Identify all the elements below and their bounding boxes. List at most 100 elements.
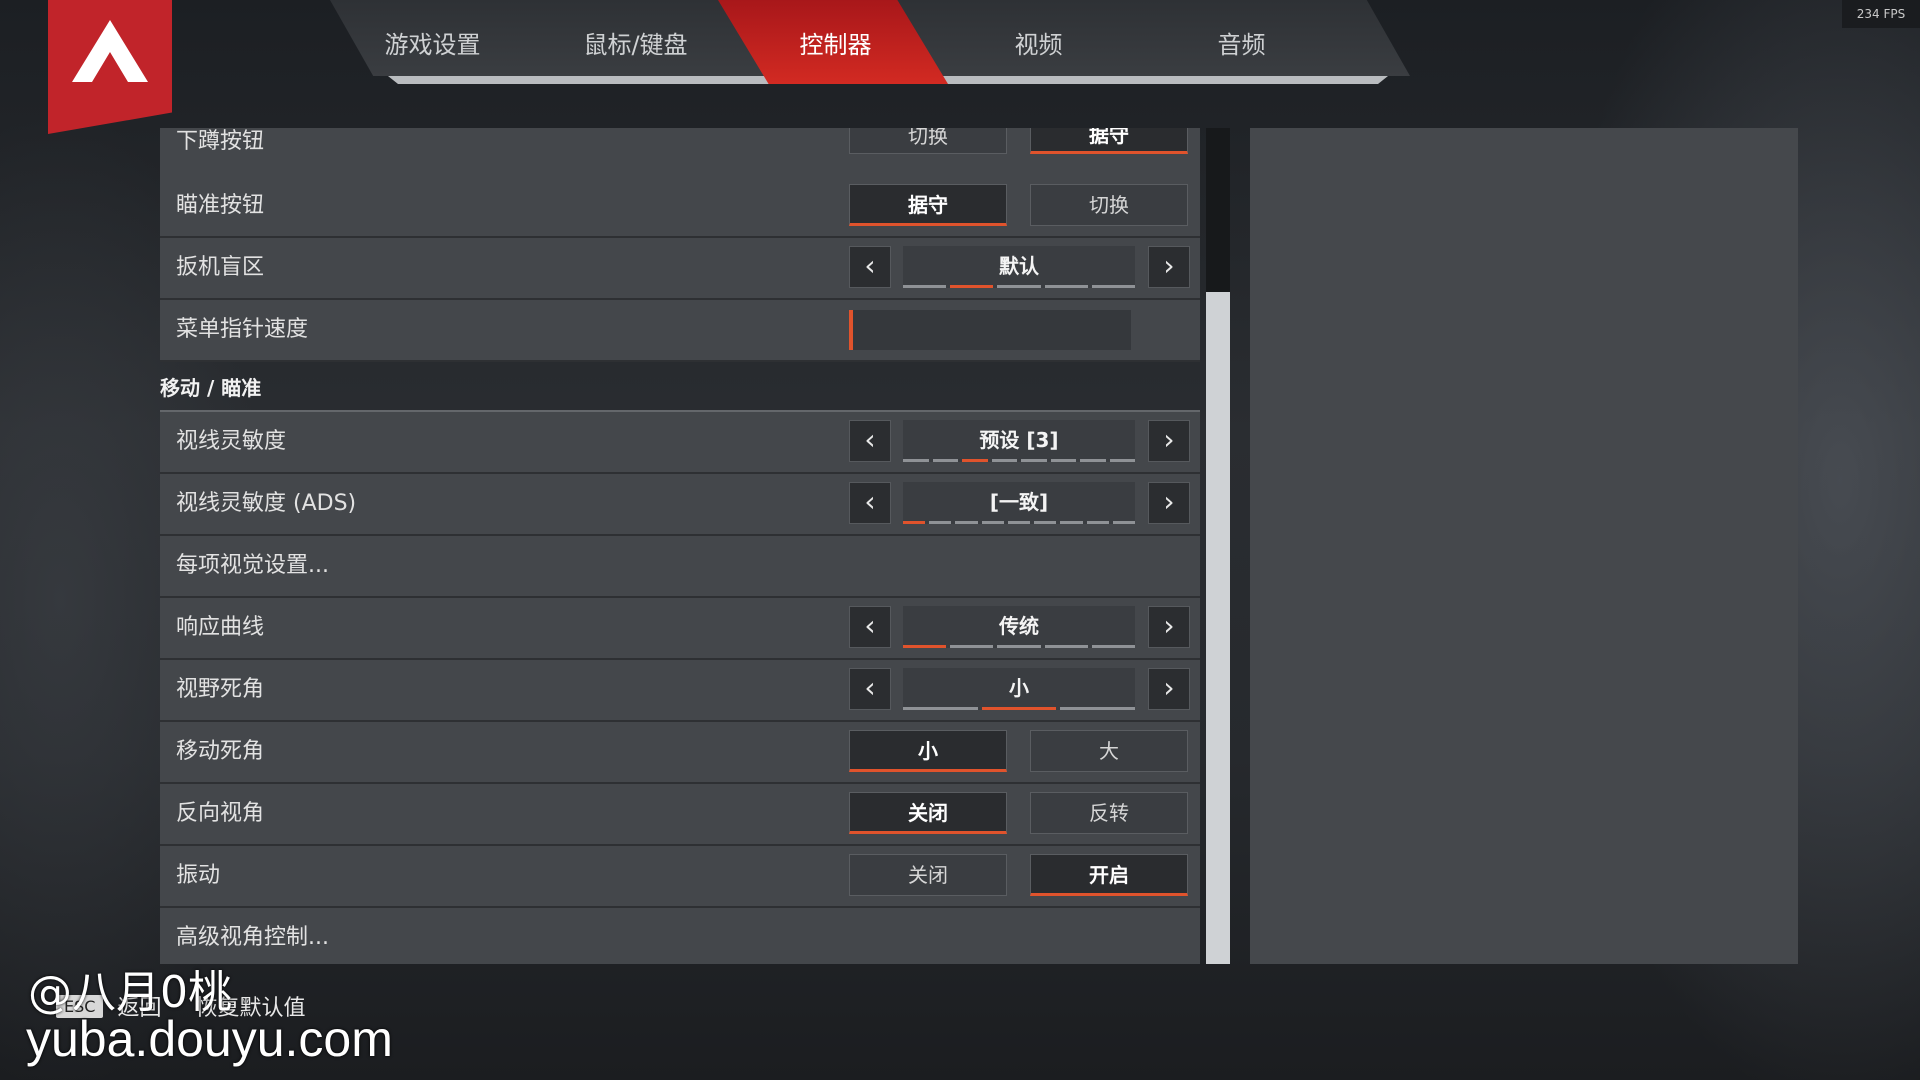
setting-row-look-sensitivity-ads: 视线灵敏度 (ADS) ‹ [一致] › — [160, 474, 1200, 536]
move-deadzone-large-button[interactable]: 大 — [1030, 730, 1188, 772]
description-panel — [1250, 128, 1798, 964]
tab-game-settings[interactable]: 游戏设置 — [330, 0, 535, 84]
top-tab-bar: 游戏设置 鼠标/键盘 控制器 视频 音频 — [330, 0, 1410, 86]
slider-fill — [849, 310, 853, 350]
step-tick — [1021, 459, 1047, 462]
step-tick — [903, 521, 926, 524]
trigger-deadzone-value: 默认 — [903, 246, 1135, 288]
look-deadzone-value: 小 — [903, 668, 1135, 710]
step-tick — [932, 459, 958, 462]
setting-label: 瞄准按钮 — [176, 193, 265, 218]
setting-label: 扳机盲区 — [176, 255, 265, 280]
step-tick — [1034, 521, 1057, 524]
scrollbar-thumb[interactable] — [1206, 292, 1230, 964]
per-optic-link[interactable]: 每项视觉设置... — [176, 536, 329, 596]
settings-list: 下蹲按钮 切换 据守 瞄准按钮 据守 切换 扳机盲区 ‹ 默认 › 菜单指针速度… — [160, 128, 1200, 964]
setting-label: 反向视角 — [176, 801, 265, 826]
step-tick — [1091, 645, 1136, 648]
setting-label: 振动 — [176, 863, 221, 888]
apex-a-icon — [72, 20, 148, 82]
look-sensitivity-ads-steps — [903, 521, 1135, 524]
section-title: 移动 / 瞄准 — [160, 376, 262, 400]
step-tick — [903, 459, 929, 462]
setting-label: 视线灵敏度 — [176, 429, 287, 454]
step-tick — [1091, 285, 1136, 288]
vibration-off-button[interactable]: 关闭 — [849, 854, 1007, 896]
section-header-move-aim: 移动 / 瞄准 — [160, 362, 1200, 412]
setting-label: 视线灵敏度 (ADS) — [176, 491, 357, 516]
step-tick — [903, 645, 947, 648]
trigger-deadzone-steps — [903, 285, 1136, 288]
crouch-hold-button[interactable]: 据守 — [1030, 128, 1188, 154]
step-tick — [1112, 521, 1135, 524]
step-tick — [1086, 521, 1109, 524]
step-tick — [981, 521, 1004, 524]
menu-cursor-speed-slider[interactable] — [849, 310, 1131, 350]
setting-row-aim: 瞄准按钮 据守 切换 — [160, 176, 1200, 238]
response-curve-steps — [903, 645, 1136, 648]
chevron-right-icon[interactable]: › — [1148, 482, 1190, 524]
chevron-right-icon[interactable]: › — [1148, 420, 1190, 462]
chevron-left-icon[interactable]: ‹ — [849, 606, 891, 648]
tab-controller[interactable]: 控制器 — [733, 0, 938, 84]
move-deadzone-small-button[interactable]: 小 — [849, 730, 1007, 772]
tab-mouse-keyboard[interactable]: 鼠标/键盘 — [533, 0, 738, 84]
step-tick — [950, 645, 994, 648]
look-sensitivity-value: 预设 [3] — [903, 420, 1135, 462]
aim-toggle-button[interactable]: 切换 — [1030, 184, 1188, 226]
tab-audio[interactable]: 音频 — [1139, 0, 1344, 84]
setting-row-vibration: 振动 关闭 开启 — [160, 846, 1200, 908]
step-tick — [1060, 707, 1136, 710]
setting-label: 视野死角 — [176, 677, 265, 702]
step-tick — [962, 459, 988, 462]
step-tick — [997, 285, 1041, 288]
step-tick — [991, 459, 1017, 462]
look-sensitivity-ads-value: [一致] — [903, 482, 1135, 524]
step-tick — [981, 707, 1057, 710]
setting-label: 移动死角 — [176, 739, 265, 764]
chevron-right-icon[interactable]: › — [1148, 668, 1190, 710]
setting-row-menu-cursor-speed: 菜单指针速度 — [160, 300, 1200, 362]
step-tick — [903, 285, 947, 288]
watermark-site: yuba.douyu.com — [26, 1011, 393, 1067]
setting-row-look-sensitivity: 视线灵敏度 ‹ 预设 [3] › — [160, 412, 1200, 474]
step-tick — [1007, 521, 1031, 524]
apex-logo — [48, 0, 172, 134]
setting-row-invert-look: 反向视角 关闭 反转 — [160, 784, 1200, 846]
step-tick — [1044, 645, 1088, 648]
setting-label: 菜单指针速度 — [176, 317, 309, 342]
chevron-right-icon[interactable]: › — [1148, 606, 1190, 648]
setting-row-move-deadzone: 移动死角 小 大 — [160, 722, 1200, 784]
step-tick — [929, 521, 952, 524]
setting-row-per-optic[interactable]: 每项视觉设置... — [160, 536, 1200, 598]
setting-label: 响应曲线 — [176, 615, 265, 640]
tab-video[interactable]: 视频 — [936, 0, 1141, 84]
step-tick — [1050, 459, 1076, 462]
chevron-left-icon[interactable]: ‹ — [849, 420, 891, 462]
setting-row-look-deadzone: 视野死角 ‹ 小 › — [160, 660, 1200, 722]
step-tick — [950, 285, 994, 288]
invert-look-on-button[interactable]: 反转 — [1030, 792, 1188, 834]
setting-row-response-curve: 响应曲线 ‹ 传统 › — [160, 598, 1200, 660]
chevron-left-icon[interactable]: ‹ — [849, 668, 891, 710]
response-curve-value: 传统 — [903, 606, 1135, 648]
step-tick — [1080, 459, 1106, 462]
aim-hold-button[interactable]: 据守 — [849, 184, 1007, 226]
look-deadzone-steps — [903, 707, 1136, 710]
vibration-on-button[interactable]: 开启 — [1030, 854, 1188, 896]
chevron-left-icon[interactable]: ‹ — [849, 482, 891, 524]
setting-row-trigger-deadzone: 扳机盲区 ‹ 默认 › — [160, 238, 1200, 300]
setting-row-crouch: 下蹲按钮 切换 据守 — [160, 128, 1200, 180]
step-tick — [997, 645, 1041, 648]
chevron-left-icon[interactable]: ‹ — [849, 246, 891, 288]
setting-label: 下蹲按钮 — [176, 129, 265, 154]
step-tick — [1109, 459, 1135, 462]
chevron-right-icon[interactable]: › — [1148, 246, 1190, 288]
setting-row-advanced-look[interactable]: 高级视角控制... — [160, 908, 1200, 964]
crouch-toggle-button[interactable]: 切换 — [849, 128, 1007, 154]
fps-counter: 234 FPS — [1842, 0, 1920, 28]
step-tick — [955, 521, 978, 524]
step-tick — [903, 707, 978, 710]
step-tick — [1060, 521, 1083, 524]
invert-look-off-button[interactable]: 关闭 — [849, 792, 1007, 834]
